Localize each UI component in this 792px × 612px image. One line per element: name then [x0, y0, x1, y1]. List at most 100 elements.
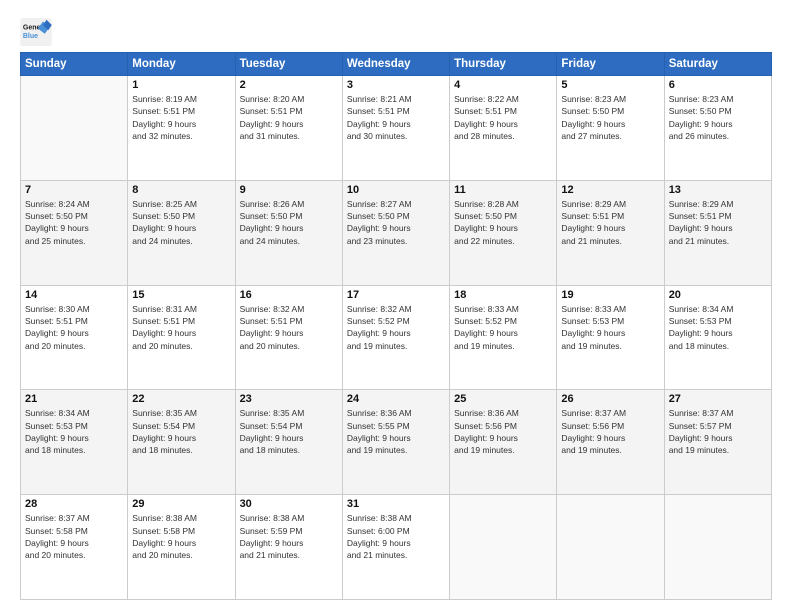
day-info: Sunrise: 8:38 AM Sunset: 5:59 PM Dayligh…: [240, 512, 338, 561]
calendar-table: SundayMondayTuesdayWednesdayThursdayFrid…: [20, 52, 772, 600]
calendar-cell: 7Sunrise: 8:24 AM Sunset: 5:50 PM Daylig…: [21, 180, 128, 285]
weekday-header-monday: Monday: [128, 53, 235, 76]
day-info: Sunrise: 8:22 AM Sunset: 5:51 PM Dayligh…: [454, 93, 552, 142]
day-number: 12: [561, 184, 659, 196]
day-number: 17: [347, 289, 445, 301]
day-info: Sunrise: 8:30 AM Sunset: 5:51 PM Dayligh…: [25, 303, 123, 352]
calendar-cell: 31 Sunrise: 8:38 AM Sunset: 6:00 PM Dayli…: [342, 495, 449, 600]
day-number: 18: [454, 289, 552, 301]
day-info: Sunrise: 8:20 AM Sunset: 5:51 PM Dayligh…: [240, 93, 338, 142]
day-number: 3: [347, 79, 445, 91]
day-number: 24: [347, 393, 445, 405]
day-info: Sunrise: 8:33 AM Sunset: 5:52 PM Dayligh…: [454, 303, 552, 352]
day-info: Sunrise: 8:19 AM Sunset: 5:51 PM Dayligh…: [132, 93, 230, 142]
calendar-cell: 12 Sunrise: 8:29 AM Sunset: 5:51 PM Dayli…: [557, 180, 664, 285]
day-number: 2: [240, 79, 338, 91]
calendar-cell: 4 Sunrise: 8:22 AM Sunset: 5:51 PM Daylig…: [450, 76, 557, 181]
day-number: 11: [454, 184, 552, 196]
logo: General Blue: [20, 18, 52, 46]
weekday-header-friday: Friday: [557, 53, 664, 76]
day-info: Sunrise: 8:31 AM Sunset: 5:51 PM Dayligh…: [132, 303, 230, 352]
calendar-cell: 9 Sunrise: 8:26 AM Sunset: 5:50 PM Daylig…: [235, 180, 342, 285]
day-info: Sunrise: 8:29 AM Sunset: 5:51 PM Dayligh…: [669, 198, 767, 247]
calendar-cell: 10Sunrise: 8:27 AM Sunset: 5:50 PM Dayli…: [342, 180, 449, 285]
day-number: 5: [561, 79, 659, 91]
day-info: Sunrise: 8:32 AM Sunset: 5:52 PM Dayligh…: [347, 303, 445, 352]
calendar-cell: 8Sunrise: 8:25 AM Sunset: 5:50 PM Daylig…: [128, 180, 235, 285]
calendar-cell: [557, 495, 664, 600]
day-number: 21: [25, 393, 123, 405]
day-number: 31: [347, 498, 445, 510]
day-number: 22: [132, 393, 230, 405]
day-info: Sunrise: 8:37 AM Sunset: 5:57 PM Dayligh…: [669, 407, 767, 456]
day-number: 8: [132, 184, 230, 196]
day-info: Sunrise: 8:23 AM Sunset: 5:50 PM Dayligh…: [561, 93, 659, 142]
calendar-cell: 5 Sunrise: 8:23 AM Sunset: 5:50 PM Daylig…: [557, 76, 664, 181]
calendar-cell: [21, 76, 128, 181]
calendar-cell: 19 Sunrise: 8:33 AM Sunset: 5:53 PM Dayli…: [557, 285, 664, 390]
calendar-cell: 13Sunrise: 8:29 AM Sunset: 5:51 PM Dayli…: [664, 180, 771, 285]
day-info: Sunrise: 8:35 AM Sunset: 5:54 PM Dayligh…: [240, 407, 338, 456]
calendar-cell: 30Sunrise: 8:38 AM Sunset: 5:59 PM Dayli…: [235, 495, 342, 600]
svg-text:Blue: Blue: [23, 33, 38, 40]
calendar-cell: 28 Sunrise: 8:37 AM Sunset: 5:58 PM Dayli…: [21, 495, 128, 600]
day-number: 1: [132, 79, 230, 91]
header: General Blue: [20, 18, 772, 46]
calendar-cell: 22 Sunrise: 8:35 AM Sunset: 5:54 PM Dayli…: [128, 390, 235, 495]
day-info: Sunrise: 8:29 AM Sunset: 5:51 PM Dayligh…: [561, 198, 659, 247]
calendar-week-5: 28 Sunrise: 8:37 AM Sunset: 5:58 PM Dayli…: [21, 495, 772, 600]
day-info: Sunrise: 8:37 AM Sunset: 5:58 PM Dayligh…: [25, 512, 123, 561]
calendar-cell: 18 Sunrise: 8:33 AM Sunset: 5:52 PM Dayli…: [450, 285, 557, 390]
day-number: 29: [132, 498, 230, 510]
day-number: 7: [25, 184, 123, 196]
weekday-header-row: SundayMondayTuesdayWednesdayThursdayFrid…: [21, 53, 772, 76]
day-number: 19: [561, 289, 659, 301]
day-info: Sunrise: 8:36 AM Sunset: 5:55 PM Dayligh…: [347, 407, 445, 456]
weekday-header-sunday: Sunday: [21, 53, 128, 76]
calendar-cell: 3 Sunrise: 8:21 AM Sunset: 5:51 PM Daylig…: [342, 76, 449, 181]
day-number: 27: [669, 393, 767, 405]
day-info: Sunrise: 8:26 AM Sunset: 5:50 PM Dayligh…: [240, 198, 338, 247]
calendar-cell: 6 Sunrise: 8:23 AM Sunset: 5:50 PM Daylig…: [664, 76, 771, 181]
day-number: 6: [669, 79, 767, 91]
day-info: Sunrise: 8:38 AM Sunset: 6:00 PM Dayligh…: [347, 512, 445, 561]
day-info: Sunrise: 8:23 AM Sunset: 5:50 PM Dayligh…: [669, 93, 767, 142]
weekday-header-saturday: Saturday: [664, 53, 771, 76]
calendar-week-4: 21 Sunrise: 8:34 AM Sunset: 5:53 PM Dayli…: [21, 390, 772, 495]
day-info: Sunrise: 8:21 AM Sunset: 5:51 PM Dayligh…: [347, 93, 445, 142]
day-number: 16: [240, 289, 338, 301]
weekday-header-tuesday: Tuesday: [235, 53, 342, 76]
day-info: Sunrise: 8:32 AM Sunset: 5:51 PM Dayligh…: [240, 303, 338, 352]
calendar-cell: [664, 495, 771, 600]
day-number: 14: [25, 289, 123, 301]
day-info: Sunrise: 8:36 AM Sunset: 5:56 PM Dayligh…: [454, 407, 552, 456]
day-info: Sunrise: 8:27 AM Sunset: 5:50 PM Dayligh…: [347, 198, 445, 247]
calendar-cell: 29 Sunrise: 8:38 AM Sunset: 5:58 PM Dayli…: [128, 495, 235, 600]
day-info: Sunrise: 8:38 AM Sunset: 5:58 PM Dayligh…: [132, 512, 230, 561]
page: General Blue SundayMondayTuesdayWednesda…: [0, 0, 792, 612]
day-info: Sunrise: 8:37 AM Sunset: 5:56 PM Dayligh…: [561, 407, 659, 456]
day-number: 15: [132, 289, 230, 301]
day-info: Sunrise: 8:34 AM Sunset: 5:53 PM Dayligh…: [25, 407, 123, 456]
day-number: 9: [240, 184, 338, 196]
calendar-cell: 24 Sunrise: 8:36 AM Sunset: 5:55 PM Dayli…: [342, 390, 449, 495]
calendar-cell: 26 Sunrise: 8:37 AM Sunset: 5:56 PM Dayli…: [557, 390, 664, 495]
weekday-header-wednesday: Wednesday: [342, 53, 449, 76]
day-number: 4: [454, 79, 552, 91]
day-number: 25: [454, 393, 552, 405]
calendar-cell: 21 Sunrise: 8:34 AM Sunset: 5:53 PM Dayli…: [21, 390, 128, 495]
calendar-cell: [450, 495, 557, 600]
day-info: Sunrise: 8:33 AM Sunset: 5:53 PM Dayligh…: [561, 303, 659, 352]
day-number: 26: [561, 393, 659, 405]
calendar-cell: 1 Sunrise: 8:19 AM Sunset: 5:51 PM Daylig…: [128, 76, 235, 181]
day-number: 28: [25, 498, 123, 510]
day-info: Sunrise: 8:35 AM Sunset: 5:54 PM Dayligh…: [132, 407, 230, 456]
calendar-week-3: 14 Sunrise: 8:30 AM Sunset: 5:51 PM Dayli…: [21, 285, 772, 390]
day-number: 23: [240, 393, 338, 405]
calendar-cell: 2 Sunrise: 8:20 AM Sunset: 5:51 PM Daylig…: [235, 76, 342, 181]
calendar-cell: 11 Sunrise: 8:28 AM Sunset: 5:50 PM Dayli…: [450, 180, 557, 285]
calendar-cell: 14 Sunrise: 8:30 AM Sunset: 5:51 PM Dayli…: [21, 285, 128, 390]
calendar-cell: 25 Sunrise: 8:36 AM Sunset: 5:56 PM Dayli…: [450, 390, 557, 495]
day-info: Sunrise: 8:28 AM Sunset: 5:50 PM Dayligh…: [454, 198, 552, 247]
day-info: Sunrise: 8:34 AM Sunset: 5:53 PM Dayligh…: [669, 303, 767, 352]
